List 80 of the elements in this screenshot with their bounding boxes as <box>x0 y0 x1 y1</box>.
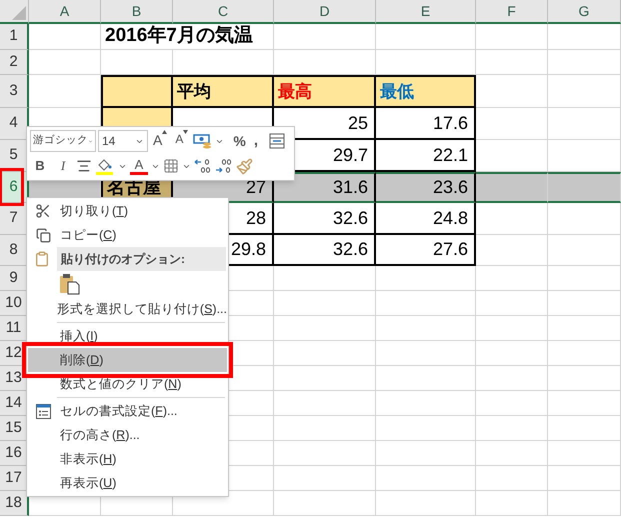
row-header[interactable]: 8 <box>0 235 29 266</box>
select-all-corner[interactable] <box>0 0 29 24</box>
sheet-cell <box>29 75 101 108</box>
row-header[interactable]: 15 <box>0 416 29 441</box>
column-header[interactable]: A <box>29 0 101 24</box>
sheet-cell <box>476 416 548 441</box>
table-cell: 22.1 <box>376 140 476 172</box>
table-cell: 23.6 <box>376 172 476 203</box>
sheet-cell <box>476 108 548 140</box>
decrease-decimal-icon[interactable] <box>215 158 233 174</box>
column-header[interactable]: B <box>101 0 173 24</box>
row-header[interactable]: 11 <box>0 316 29 341</box>
sheet-cell <box>476 316 548 341</box>
table-cell: 27.6 <box>376 235 476 266</box>
align-center-icon[interactable] <box>76 158 92 174</box>
row-header[interactable]: 2 <box>0 50 29 75</box>
row-header[interactable]: 3 <box>0 75 29 108</box>
column-header[interactable]: C <box>173 0 274 24</box>
font-name-dropdown[interactable]: 游ゴシック <box>30 130 96 152</box>
menu-item[interactable]: 削除(D) <box>28 348 227 372</box>
triangle-down-icon <box>183 130 188 134</box>
sheet-cell <box>476 266 548 291</box>
column-heading: 最低 <box>380 80 414 103</box>
increase-decimal-icon[interactable] <box>194 158 212 174</box>
sheet-cell <box>476 75 548 108</box>
percent-button[interactable]: % <box>230 130 249 152</box>
sheet-cell <box>476 391 548 416</box>
sheet-cell <box>476 235 548 266</box>
clipboard-icon <box>34 251 50 267</box>
sheet-cell <box>476 172 548 203</box>
column-header[interactable]: G <box>548 0 621 24</box>
sheet-cell <box>476 366 548 391</box>
wrap-column-icon[interactable] <box>268 133 285 149</box>
sheet-cell <box>476 203 548 235</box>
column-header[interactable]: F <box>476 0 548 24</box>
sheet-cell <box>476 140 548 172</box>
scissors-icon <box>35 203 51 219</box>
sheet-cell <box>29 50 101 75</box>
table-cell: 32.6 <box>274 203 376 235</box>
format-cells-icon <box>36 404 50 418</box>
column-heading: 最高 <box>278 80 312 103</box>
sheet-cell <box>476 291 548 316</box>
sheet-cell <box>476 341 548 366</box>
borders-icon[interactable] <box>163 158 179 174</box>
font-color-button[interactable]: A <box>130 158 148 174</box>
sheet-cell <box>101 50 173 75</box>
row-header[interactable]: 17 <box>0 466 29 491</box>
copy-icon <box>36 228 50 242</box>
grow-font-button[interactable]: A <box>150 130 170 152</box>
column-heading: 平均 <box>177 80 211 103</box>
row-header[interactable]: 1 <box>0 24 29 50</box>
sheet-cell <box>476 441 548 466</box>
sheet-cell <box>476 50 548 75</box>
row-header[interactable]: 10 <box>0 291 29 316</box>
shrink-font-button[interactable]: A <box>172 130 192 152</box>
table-cell: 24.8 <box>376 203 476 235</box>
sheet-cell <box>476 491 548 516</box>
row-header[interactable]: 14 <box>0 391 29 416</box>
table-cell: 17.6 <box>376 108 476 140</box>
table-cell: 32.6 <box>274 235 376 266</box>
font-size-dropdown[interactable]: 14 <box>98 130 148 152</box>
table-cell: 31.6 <box>274 172 376 203</box>
row-header[interactable]: 9 <box>0 266 29 291</box>
row-header[interactable]: 4 <box>0 108 29 140</box>
triangle-up-icon <box>162 130 168 134</box>
comma-button[interactable]: , <box>250 130 261 152</box>
sheet-cell <box>476 24 548 50</box>
paste-clipboard-icon[interactable] <box>59 273 81 295</box>
fill-color-icon[interactable] <box>95 157 115 175</box>
italic-button[interactable]: I <box>53 155 73 177</box>
sheet-cell <box>29 24 101 50</box>
currency-format-icon[interactable] <box>193 133 214 149</box>
row-header[interactable]: 16 <box>0 441 29 466</box>
sheet-cell <box>476 466 548 491</box>
column-header[interactable]: E <box>376 0 476 24</box>
bold-button[interactable]: B <box>30 155 50 177</box>
title-cell: 2016年7月の気温 <box>101 24 274 50</box>
row-header[interactable]: 18 <box>0 491 29 516</box>
menu-section-header: 貼り付けのオプション: <box>57 247 226 271</box>
column-header[interactable]: D <box>274 0 376 24</box>
